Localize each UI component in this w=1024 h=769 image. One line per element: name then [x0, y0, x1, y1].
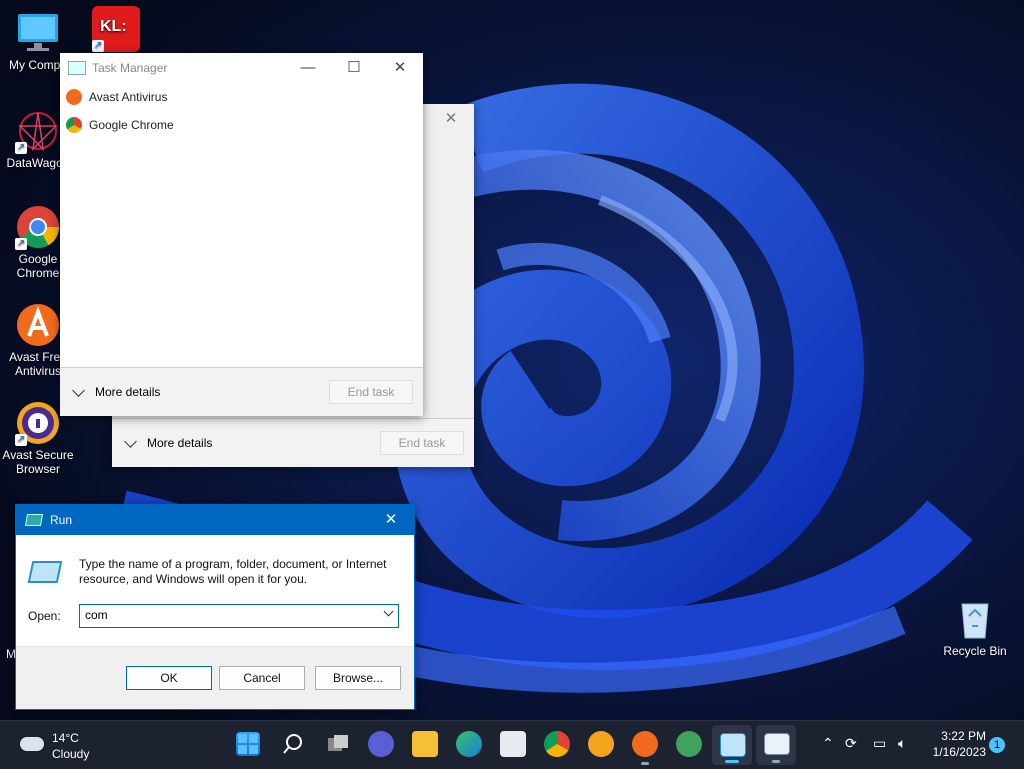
run-taskbar-item[interactable] — [712, 725, 752, 765]
more-details-link[interactable]: More details — [95, 385, 160, 399]
task-view-icon[interactable] — [325, 731, 351, 757]
task-manager-icon — [764, 733, 790, 755]
ok-button[interactable]: OK — [126, 666, 212, 690]
process-list: Avast Antivirus Google Chrome — [60, 83, 423, 139]
cloud-icon — [20, 737, 44, 751]
start-icon[interactable] — [236, 732, 260, 756]
run-dialog[interactable]: Run ✕ Type the name of a program, folder… — [15, 504, 415, 710]
weather-condition: Cloudy — [52, 747, 90, 761]
time-text: 3:22 PM — [941, 729, 986, 743]
title-bar: Run — [16, 505, 414, 535]
open-label: Open: — [28, 609, 61, 623]
store-icon[interactable] — [500, 731, 526, 757]
avast-icon — [15, 302, 61, 348]
desktop-icon-recycle-bin[interactable]: Recycle Bin — [937, 596, 1013, 658]
search-icon[interactable] — [281, 731, 307, 757]
desktop-icon-kl[interactable]: KL: ↗ — [78, 6, 154, 54]
recycle-bin-icon — [952, 596, 998, 642]
computer-icon — [15, 10, 61, 56]
task-manager-taskbar-item[interactable] — [756, 725, 796, 765]
running-indicator — [772, 760, 780, 763]
task-manager-footer: More details End task — [60, 367, 423, 416]
browse-button[interactable]: Browse... — [315, 666, 401, 690]
window-title: Task Manager — [92, 61, 168, 75]
close-button[interactable]: ✕ — [428, 104, 474, 134]
avast-browser-icon[interactable] — [588, 731, 614, 757]
chevron-down-icon[interactable] — [383, 606, 394, 617]
notification-badge[interactable]: 1 — [989, 737, 1005, 753]
end-task-button[interactable]: End task — [329, 380, 413, 404]
list-item[interactable]: Google Chrome — [60, 111, 423, 139]
file-explorer-icon[interactable] — [412, 731, 438, 757]
sync-icon[interactable]: ⟳ — [845, 735, 857, 752]
shortcut-arrow-icon: ↗ — [15, 142, 27, 154]
chat-icon[interactable] — [368, 731, 394, 757]
chevron-down-icon[interactable] — [124, 434, 137, 448]
chrome-icon — [66, 117, 82, 133]
open-input[interactable] — [80, 605, 375, 625]
running-indicator — [641, 762, 649, 765]
run-icon — [720, 733, 746, 757]
dialog-title: Run — [50, 513, 73, 527]
end-task-button[interactable]: End task — [380, 431, 464, 455]
datawagon-icon: ↗ — [15, 108, 61, 154]
process-name: Avast Antivirus — [89, 90, 168, 104]
close-button[interactable]: ✕ — [377, 53, 423, 83]
minimize-button[interactable]: — — [285, 53, 331, 83]
run-description: Type the name of a program, folder, docu… — [79, 557, 387, 586]
weather-temp: 14°C — [52, 731, 79, 745]
shortcut-arrow-icon: ↗ — [15, 238, 27, 250]
date-text: 1/16/2023 — [932, 745, 986, 759]
network-icon[interactable]: ▭ — [873, 735, 886, 752]
weather-widget[interactable]: 14°C Cloudy — [18, 729, 108, 763]
task-manager-footer: More details End task — [112, 418, 474, 467]
maximize-button[interactable]: ☐ — [331, 53, 377, 83]
people-icon[interactable] — [676, 731, 702, 757]
run-icon — [24, 514, 44, 526]
shortcut-arrow-icon: ↗ — [92, 40, 104, 52]
desktop-icon-label: Avast Secure Browser — [2, 448, 74, 476]
shortcut-arrow-icon: ↗ — [15, 434, 27, 446]
task-manager-window[interactable]: Task Manager — ☐ ✕ Avast Antivirus Googl… — [60, 53, 423, 416]
list-item[interactable]: Avast Antivirus — [60, 83, 423, 111]
process-name: Google Chrome — [89, 118, 174, 132]
active-indicator — [725, 760, 739, 763]
more-details-link[interactable]: More details — [147, 436, 212, 450]
kl-icon-text: KL: — [100, 18, 127, 35]
chrome-icon[interactable] — [544, 731, 570, 757]
avast-icon — [66, 89, 82, 105]
open-combobox[interactable] — [79, 604, 399, 628]
close-button[interactable]: ✕ — [368, 505, 414, 535]
kl-app-icon: KL: ↗ — [92, 6, 140, 52]
edge-icon[interactable] — [456, 731, 482, 757]
volume-icon[interactable]: 🔈︎ — [898, 735, 906, 752]
chevron-up-icon[interactable]: ⌃ — [822, 735, 834, 752]
avast-browser-icon: ↗ — [15, 400, 61, 446]
taskbar: 14°C Cloudy ⌃ ⟳ ▭ 🔈︎ 3:22 PM 1/16/2023 1 — [0, 720, 1024, 769]
chevron-down-icon[interactable] — [72, 383, 85, 397]
desktop-icon-label: Recycle Bin — [943, 644, 1007, 658]
run-program-icon — [27, 561, 63, 583]
task-manager-icon — [68, 61, 86, 75]
avast-icon[interactable] — [632, 731, 658, 765]
clock[interactable]: 3:22 PM 1/16/2023 — [920, 728, 986, 760]
cancel-button[interactable]: Cancel — [219, 666, 305, 690]
chrome-icon: ↗ — [15, 204, 61, 250]
